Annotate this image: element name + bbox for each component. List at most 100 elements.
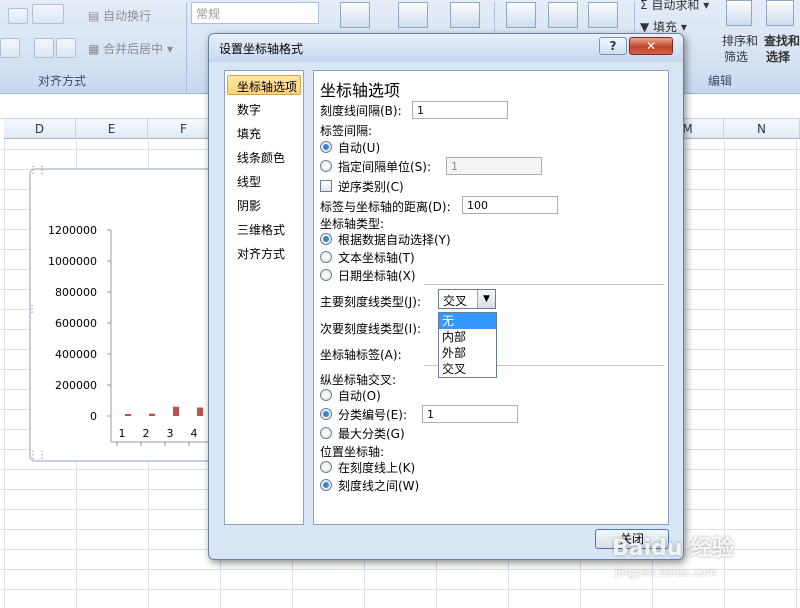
- format-cells-icon[interactable]: [588, 2, 618, 28]
- x-tick-label: 4: [191, 427, 198, 440]
- axis-type-auto-radio[interactable]: [320, 233, 332, 245]
- section-divider: [424, 284, 664, 285]
- specify-unit-input: [446, 157, 542, 175]
- dropdown-option-inside[interactable]: 内部: [439, 329, 496, 345]
- group-label-editing: 编辑: [708, 74, 733, 88]
- axis-type-text-radio[interactable]: [320, 251, 332, 263]
- table-format-icon[interactable]: [398, 2, 428, 28]
- cross-auto-label[interactable]: 自动(O): [338, 387, 381, 404]
- minor-tick-label: 次要刻度线类型(I):: [320, 322, 421, 336]
- label-interval-label: 标签间隔:: [320, 124, 373, 138]
- x-tick-label: 2: [143, 427, 150, 440]
- autosum-button[interactable]: Σ 自动求和 ▾: [640, 0, 709, 13]
- category-list: 坐标轴选项 数字 填充 线条颜色 线型 阴影 三维格式 对齐方式: [224, 70, 304, 525]
- cell-style-icon[interactable]: [450, 2, 480, 28]
- cross-category-label[interactable]: 分类编号(E):: [338, 406, 407, 423]
- chart-plot: 1200000 1000000 800000 600000 400000 200000 0 1…: [48, 224, 217, 446]
- panel-heading: 坐标轴选项: [320, 81, 401, 100]
- reverse-categories-checkbox[interactable]: [320, 180, 332, 192]
- reverse-categories-label[interactable]: 逆序类别(C): [338, 178, 404, 195]
- number-format-select[interactable]: 常规: [191, 2, 319, 24]
- dialog-titlebar[interactable]: 设置坐标轴格式 ? ✕: [209, 34, 683, 62]
- insert-cells-icon[interactable]: [506, 2, 536, 28]
- bar: [149, 413, 155, 416]
- axis-type-date-radio[interactable]: [320, 269, 332, 281]
- nav-alignment[interactable]: 对齐方式: [237, 245, 285, 262]
- nav-line-style[interactable]: 线型: [237, 173, 261, 190]
- nav-3d-format[interactable]: 三维格式: [237, 221, 285, 238]
- watermark-url: jingyan.baidu.com: [615, 566, 717, 579]
- label-interval-auto-radio[interactable]: [320, 141, 332, 153]
- axis-type-auto-label[interactable]: 根据数据自动选择(Y): [338, 231, 451, 248]
- vertical-cross-label: 纵坐标轴交叉:: [320, 373, 397, 387]
- wrap-text-button[interactable]: ▤ 自动换行: [88, 7, 151, 24]
- increase-indent-button[interactable]: [56, 38, 76, 58]
- axis-type-label: 坐标轴类型:: [320, 217, 385, 231]
- align-left-button[interactable]: [0, 38, 20, 58]
- conditional-format-icon[interactable]: [340, 2, 370, 28]
- x-tick-label: 1: [119, 427, 126, 440]
- help-button[interactable]: ?: [599, 37, 627, 55]
- nav-line-color[interactable]: 线条颜色: [237, 149, 285, 166]
- column-header-d[interactable]: D: [4, 119, 76, 139]
- dialog-title: 设置坐标轴格式: [219, 42, 304, 56]
- close-icon[interactable]: ✕: [629, 37, 673, 55]
- nav-fill[interactable]: 填充: [237, 125, 261, 142]
- chevron-down-icon[interactable]: ▼: [477, 290, 495, 308]
- sort-filter-icon[interactable]: [726, 0, 752, 26]
- column-header-e[interactable]: E: [76, 119, 148, 139]
- label-distance-label: 标签与坐标轴的距离(D):: [320, 200, 451, 214]
- sort-filter-label-2[interactable]: 筛选: [724, 48, 748, 65]
- format-axis-dialog: 设置坐标轴格式 ? ✕ 坐标轴选项 数字 填充 线条颜色 线型 阴影 三维格式 …: [208, 33, 684, 560]
- binoculars-icon[interactable]: [766, 0, 794, 26]
- specify-unit-label[interactable]: 指定间隔单位(S):: [338, 158, 431, 175]
- tick-interval-label: 刻度线间隔(B):: [320, 104, 402, 118]
- merge-center-button[interactable]: ▦ 合并后居中 ▾: [88, 40, 173, 57]
- cross-category-input[interactable]: [422, 405, 518, 423]
- label-distance-input[interactable]: [462, 196, 558, 214]
- nav-shadow[interactable]: 阴影: [237, 197, 261, 214]
- between-tick-marks-radio[interactable]: [320, 479, 332, 491]
- between-tick-marks-label[interactable]: 刻度线之间(W): [338, 477, 419, 494]
- y-tick-label: 1200000: [48, 224, 97, 237]
- x-tick-label: 3: [167, 427, 174, 440]
- y-tick-label: 400000: [55, 348, 97, 361]
- orientation-button[interactable]: [32, 4, 64, 24]
- major-tick-dropdown: 无 内部 外部 交叉: [438, 312, 497, 378]
- cross-category-radio[interactable]: [320, 408, 332, 420]
- cross-max-label[interactable]: 最大分类(G): [338, 425, 405, 442]
- column-header-n[interactable]: N: [724, 119, 800, 139]
- y-tick-label: 800000: [55, 286, 97, 299]
- axis-type-date-label[interactable]: 日期坐标轴(X): [338, 267, 416, 284]
- find-select-label-1[interactable]: 查找和: [764, 32, 800, 49]
- ribbon-separator: [186, 2, 187, 92]
- delete-cells-icon[interactable]: [548, 2, 578, 28]
- major-tick-select[interactable]: 交叉 ▼: [438, 289, 496, 309]
- label-interval-auto-label[interactable]: 自动(U): [338, 139, 380, 156]
- nav-axis-options[interactable]: 坐标轴选项: [227, 75, 301, 95]
- decrease-indent-button[interactable]: [34, 38, 54, 58]
- axis-type-text-label[interactable]: 文本坐标轴(T): [338, 249, 415, 266]
- sort-filter-label-1[interactable]: 排序和: [722, 32, 758, 49]
- tick-interval-input[interactable]: [412, 101, 508, 119]
- align-button[interactable]: [8, 8, 28, 24]
- chart[interactable]: ⋮⋮ ⋮ ⋮⋮ 1200000 1000000 800000 600000 400000…: [27, 165, 219, 462]
- dropdown-option-cross[interactable]: 交叉: [439, 361, 496, 377]
- cross-auto-radio[interactable]: [320, 389, 332, 401]
- y-tick-label: 200000: [55, 379, 97, 392]
- dropdown-option-none[interactable]: 无: [439, 313, 496, 329]
- on-tick-marks-label[interactable]: 在刻度线上(K): [338, 459, 415, 476]
- y-tick-label: 600000: [55, 317, 97, 330]
- dropdown-option-outside[interactable]: 外部: [439, 345, 496, 361]
- y-tick-label: 0: [90, 410, 97, 423]
- on-tick-marks-radio[interactable]: [320, 461, 332, 473]
- watermark-logo: Baidu 经验: [612, 536, 735, 561]
- nav-number[interactable]: 数字: [237, 101, 261, 118]
- bar: [125, 414, 131, 416]
- specify-unit-radio[interactable]: [320, 160, 332, 172]
- bar: [197, 407, 203, 416]
- axis-labels-label: 坐标轴标签(A):: [320, 348, 402, 362]
- find-select-label-2[interactable]: 选择: [766, 48, 790, 65]
- y-tick-label: 1000000: [48, 255, 97, 268]
- cross-max-radio[interactable]: [320, 427, 332, 439]
